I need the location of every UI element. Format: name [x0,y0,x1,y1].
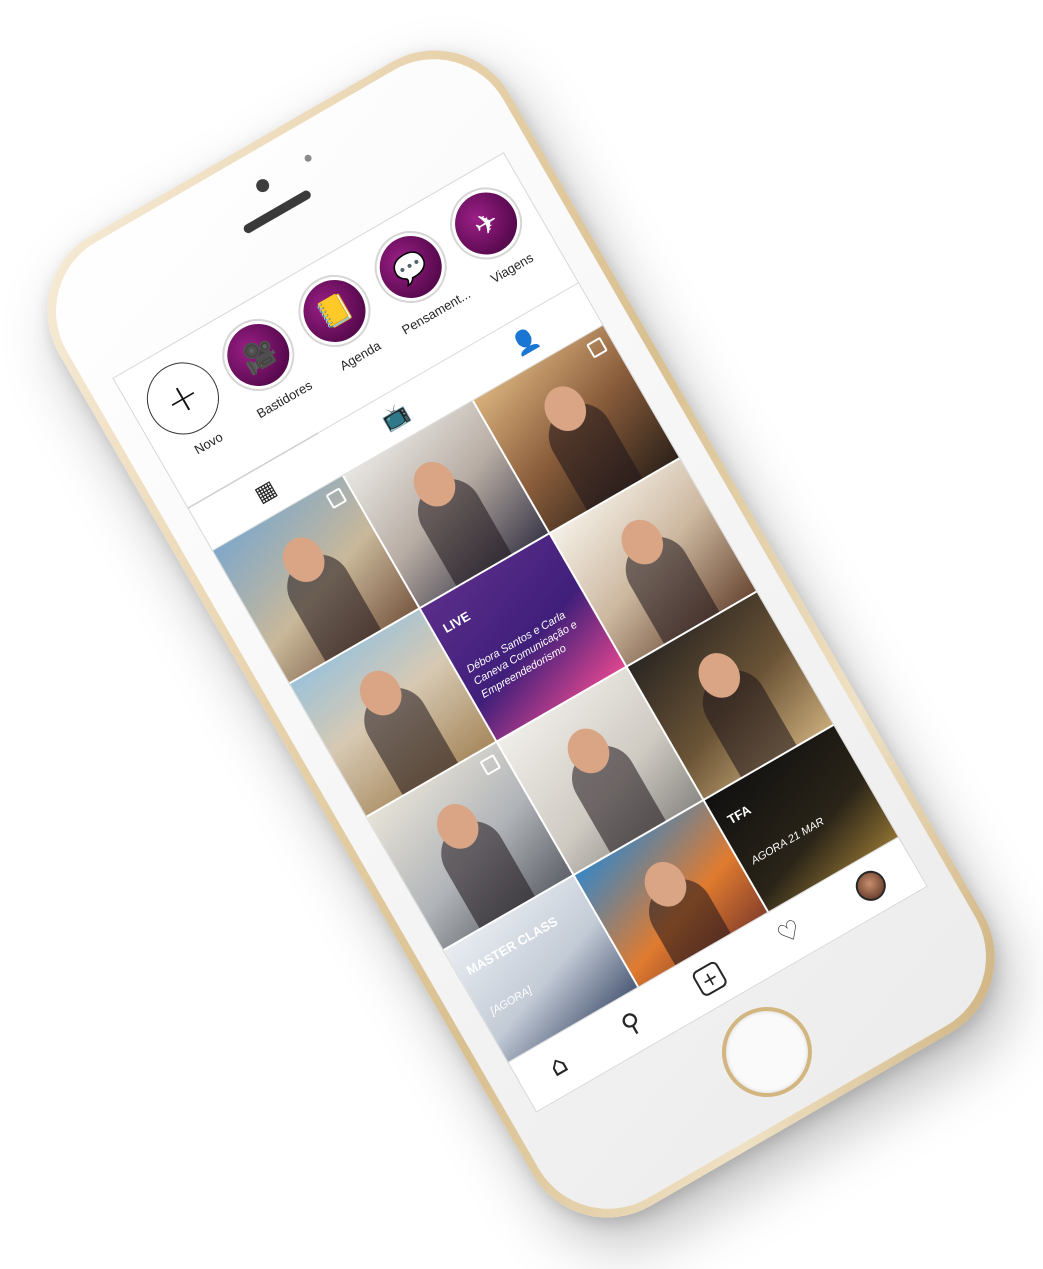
front-camera [253,176,272,195]
agenda-book-icon: 📒 [292,268,377,354]
proximity-sensor [303,153,313,163]
avatar-icon[interactable] [850,865,892,907]
phone: + Novo 🎥 Bastidores 📒 Agenda 💬 Pensament... ✈ Via… [15,19,1027,1249]
earpiece-speaker [242,188,313,235]
heart-icon[interactable]: ♡ [772,914,807,952]
home-button[interactable] [705,990,829,1114]
grid-icon: ▦ [250,475,281,508]
carousel-icon [586,336,608,359]
plus-icon: + [139,354,227,443]
phone-screen: + Novo 🎥 Bastidores 📒 Agenda 💬 Pensament... ✈ Via… [112,152,928,1113]
plus-square-icon[interactable]: + [690,959,729,998]
phone-face: + Novo 🎥 Bastidores 📒 Agenda 💬 Pensament... ✈ Via… [26,29,1016,1239]
carousel-icon [325,487,347,510]
tagged-person-icon: 👤 [507,323,544,360]
airplane-icon: ✈ [443,181,529,266]
home-icon[interactable]: ⌂ [544,1049,573,1083]
movie-camera-icon: 🎥 [216,312,301,398]
search-icon[interactable]: ⚲ [616,1006,647,1042]
igtv-icon: 📺 [377,398,414,435]
carousel-icon [479,754,501,776]
speech-bubble-icon: 💬 [367,224,453,310]
